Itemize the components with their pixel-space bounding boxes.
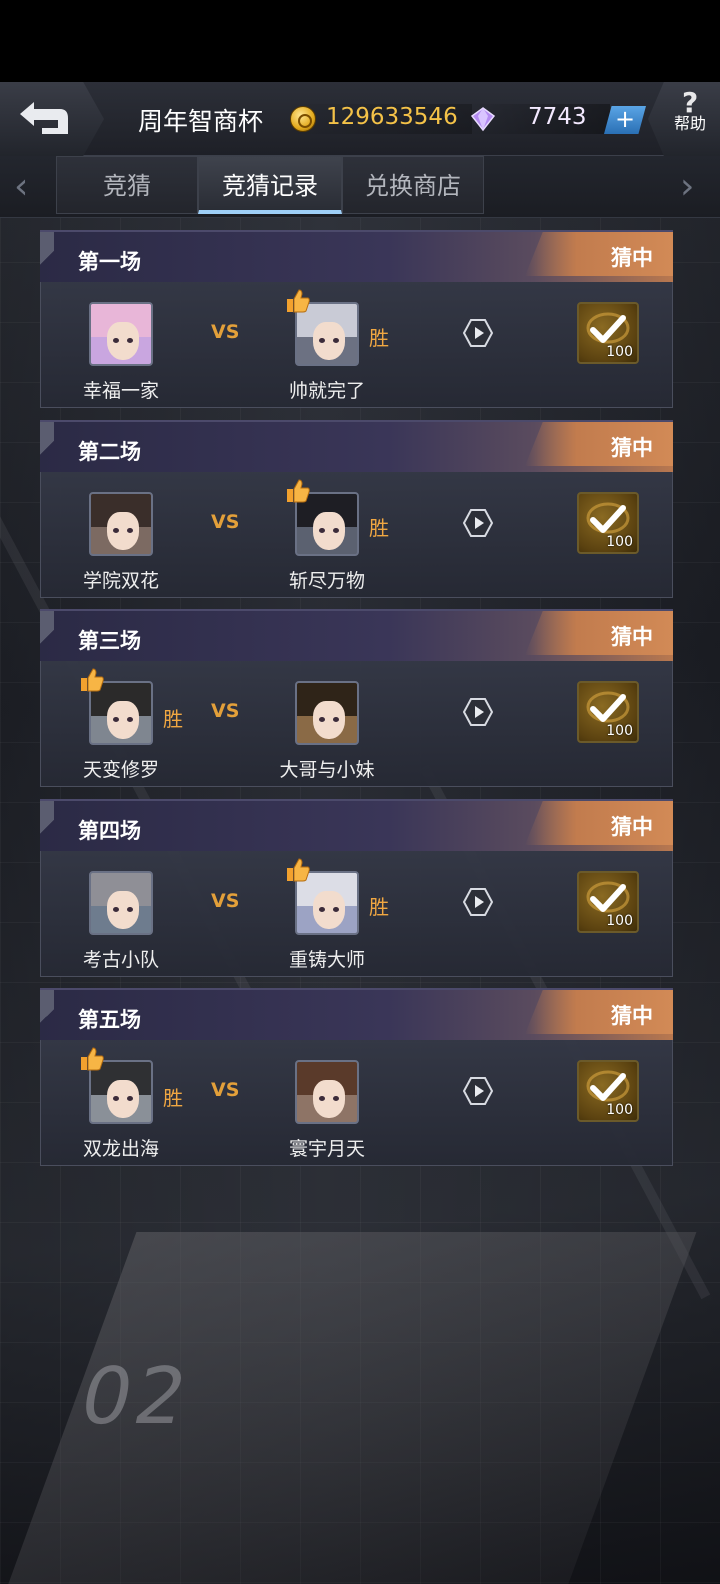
- match-card: 第四场 猜中 考古小队 VS 胜 重铸大师 100: [40, 799, 673, 977]
- reward-item[interactable]: 100: [577, 492, 639, 554]
- gem-amount: 7743: [528, 104, 587, 130]
- match-title: 第三场: [78, 629, 141, 653]
- tab-guess[interactable]: 竞猜: [56, 156, 198, 214]
- reward-count: 100: [606, 344, 633, 360]
- team-avatar-left[interactable]: [89, 492, 153, 556]
- team-name-left: 幸福一家: [82, 380, 159, 402]
- gem-icon: [470, 107, 496, 132]
- status-bar: [0, 0, 720, 82]
- vs-label: VS: [211, 321, 240, 343]
- reward-count: 100: [606, 1102, 633, 1118]
- team-name-left: 学院双花: [82, 570, 159, 592]
- match-card-header: 第一场 猜中: [40, 230, 673, 284]
- team-avatar-left[interactable]: [89, 302, 153, 366]
- back-arrow-icon: [20, 102, 68, 134]
- tab-exchange-shop[interactable]: 兑换商店: [342, 156, 484, 214]
- top-header: 周年智商杯 129633546 7743 +: [0, 82, 720, 156]
- match-card-header: 第三场 猜中: [40, 609, 673, 663]
- result-text: 猜中: [611, 246, 653, 270]
- team-name-right: 寰宇月天: [288, 1138, 365, 1160]
- match-card-body: 幸福一家 VS 胜 帅就完了 100: [40, 282, 673, 408]
- winner-label: 胜: [369, 326, 389, 350]
- thumbs-up-icon: [287, 858, 310, 882]
- thumbs-up-icon: [287, 479, 310, 503]
- team-name-left: 双龙出海: [82, 1138, 159, 1160]
- winner-label: 胜: [369, 516, 389, 540]
- back-button[interactable]: [0, 82, 104, 156]
- result-text: 猜中: [611, 625, 653, 649]
- match-title: 第一场: [78, 250, 141, 274]
- tab-guess-record[interactable]: 竞猜记录: [198, 156, 342, 214]
- team-name-right: 斩尽万物: [288, 570, 365, 592]
- team-avatar-right[interactable]: [295, 681, 359, 745]
- match-card-body: 胜 天变修罗 VS 大哥与小妹 100: [40, 661, 673, 787]
- thumbs-up-icon: [287, 289, 310, 313]
- match-card-body: 考古小队 VS 胜 重铸大师 100: [40, 851, 673, 977]
- match-title: 第二场: [78, 440, 141, 464]
- reward-item[interactable]: 100: [577, 1060, 639, 1122]
- match-card-body: 学院双花 VS 胜 斩尽万物 100: [40, 472, 673, 598]
- vs-label: VS: [211, 700, 240, 722]
- replay-play-icon[interactable]: [463, 1076, 493, 1106]
- coin-amount: 129633546: [326, 104, 458, 130]
- page-title: 周年智商杯: [138, 107, 264, 136]
- team-name-left: 考古小队: [82, 949, 159, 971]
- vs-label: VS: [211, 511, 240, 533]
- winner-label: 胜: [369, 895, 389, 919]
- thumbs-up-icon: [81, 1047, 104, 1071]
- match-card: 第五场 猜中 胜 双龙出海 VS 寰宇月天 100: [40, 988, 673, 1166]
- result-text: 猜中: [611, 1004, 653, 1028]
- team-name-right: 大哥与小妹: [279, 759, 375, 781]
- tab-bar: ‹ 竞猜 竞猜记录 兑换商店 ›: [0, 156, 720, 218]
- reward-item[interactable]: 100: [577, 871, 639, 933]
- match-card-header: 第二场 猜中: [40, 420, 673, 474]
- reward-count: 100: [606, 534, 633, 550]
- reward-count: 100: [606, 913, 633, 929]
- coin-icon: [290, 106, 316, 132]
- result-text: 猜中: [611, 436, 653, 460]
- match-card: 第二场 猜中 学院双花 VS 胜 斩尽万物 100: [40, 420, 673, 598]
- replay-play-icon[interactable]: [463, 697, 493, 727]
- match-card: 第一场 猜中 幸福一家 VS 胜 帅就完了 100: [40, 230, 673, 408]
- match-title: 第五场: [78, 1008, 141, 1032]
- add-gems-button[interactable]: +: [604, 106, 646, 134]
- vs-label: VS: [211, 890, 240, 912]
- winner-label: 胜: [163, 707, 183, 731]
- team-name-right: 帅就完了: [288, 380, 365, 402]
- tab-next-icon[interactable]: ›: [680, 166, 694, 207]
- match-card: 第三场 猜中 胜 天变修罗 VS 大哥与小妹 100: [40, 609, 673, 787]
- match-card-body: 胜 双龙出海 VS 寰宇月天 100: [40, 1040, 673, 1166]
- replay-play-icon[interactable]: [463, 887, 493, 917]
- background-floor-mark: 02: [72, 1352, 199, 1442]
- result-text: 猜中: [611, 815, 653, 839]
- reward-count: 100: [606, 723, 633, 739]
- match-card-header: 第五场 猜中: [40, 988, 673, 1042]
- tab-prev-icon[interactable]: ‹: [14, 166, 28, 207]
- match-card-header: 第四场 猜中: [40, 799, 673, 853]
- help-label: 帮助: [674, 114, 707, 133]
- reward-item[interactable]: 100: [577, 302, 639, 364]
- team-avatar-right[interactable]: [295, 1060, 359, 1124]
- team-name-left: 天变修罗: [82, 759, 159, 781]
- winner-label: 胜: [163, 1086, 183, 1110]
- thumbs-up-icon: [81, 668, 104, 692]
- replay-play-icon[interactable]: [463, 508, 493, 538]
- match-title: 第四场: [78, 819, 141, 843]
- team-name-right: 重铸大师: [288, 949, 365, 971]
- team-avatar-left[interactable]: [89, 871, 153, 935]
- replay-play-icon[interactable]: [463, 318, 493, 348]
- reward-item[interactable]: 100: [577, 681, 639, 743]
- vs-label: VS: [211, 1079, 240, 1101]
